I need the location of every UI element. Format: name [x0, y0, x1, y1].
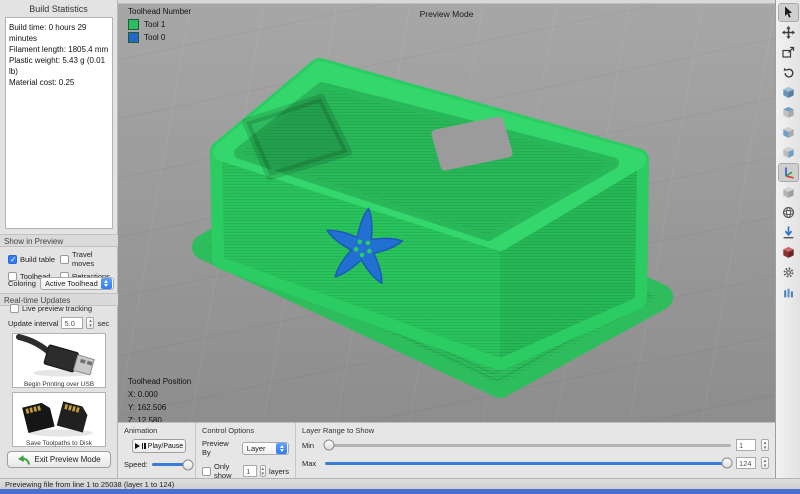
animation-title: Animation: [124, 426, 189, 435]
model-scene[interactable]: [118, 0, 775, 422]
checkbox-live-preview-tracking[interactable]: Live preview tracking: [10, 304, 92, 313]
view-toolbar: [775, 0, 800, 478]
update-interval-unit: sec: [97, 319, 109, 328]
checkbox-build-table-box[interactable]: [8, 255, 17, 264]
min-layer-slider[interactable]: [325, 444, 731, 447]
update-interval-field[interactable]: 5.0: [61, 317, 83, 329]
build-statistics-title: Build Statistics: [0, 0, 117, 17]
rotate-view-icon[interactable]: [778, 63, 799, 82]
view-side-icon[interactable]: [778, 143, 799, 162]
layer-range-group: Layer Range to Show Min 1 ▴▾ Max 124 ▴▾: [296, 423, 775, 478]
legend-item-tool1: Tool 1: [128, 19, 191, 30]
update-interval-label: Update interval: [8, 319, 58, 328]
checkbox-travel-moves[interactable]: Travel moves: [60, 250, 114, 268]
tool1-swatch: [128, 19, 139, 30]
stat-material-cost: Material cost: 0.25: [9, 77, 109, 88]
view-default-icon[interactable]: [778, 83, 799, 102]
animation-group: Animation Play/Pause Speed:: [118, 423, 196, 478]
chevron-updown-icon: [276, 443, 287, 454]
checkbox-live-preview-box[interactable]: [10, 304, 19, 313]
usb-print-caption: Begin Printing over USB: [13, 380, 105, 390]
min-slider-knob[interactable]: [324, 440, 335, 451]
preview-mode-label: Preview Mode: [118, 9, 775, 19]
toolhead-y: Y: 162.506: [128, 401, 191, 414]
max-layer-slider[interactable]: [325, 462, 731, 465]
update-interval-stepper[interactable]: ▴▾: [86, 317, 94, 329]
app-window: Build Statistics Build time: 0 hours 29 …: [0, 0, 800, 494]
select-cursor-icon[interactable]: [778, 3, 799, 22]
view-front-icon[interactable]: [778, 123, 799, 142]
toolhead-x: X: 0.000: [128, 388, 191, 401]
tool0-swatch: [128, 32, 139, 43]
model-handle-slot: [436, 121, 508, 166]
min-label: Min: [302, 441, 320, 450]
sd-cards-image: [13, 393, 105, 437]
coloring-dropdown[interactable]: Active Toolhead: [40, 277, 114, 290]
save-toolpaths-caption: Save Toolpaths to Disk: [13, 439, 105, 449]
support-structures-icon[interactable]: [778, 283, 799, 302]
pan-move-icon[interactable]: [778, 23, 799, 42]
legend-item-tool0: Tool 0: [128, 32, 191, 43]
toggle-axes-icon[interactable]: [778, 163, 799, 182]
chevron-updown-icon: [101, 278, 112, 289]
speed-slider-knob[interactable]: [182, 459, 193, 470]
bottom-accent-strip: [0, 489, 800, 494]
max-label: Max: [302, 459, 320, 468]
wireframe-view-icon[interactable]: [778, 203, 799, 222]
min-layer-stepper[interactable]: ▴▾: [761, 439, 769, 451]
checkbox-build-table[interactable]: Build table: [8, 250, 60, 268]
max-slider-knob[interactable]: [721, 458, 732, 469]
toolhead-position: Toolhead Position X: 0.000 Y: 162.506 Z:…: [128, 375, 191, 427]
checkbox-travel-moves-box[interactable]: [60, 255, 69, 264]
exit-preview-mode-button[interactable]: Exit Preview Mode: [7, 451, 111, 468]
sidebar: Build Statistics Build time: 0 hours 29 …: [0, 0, 118, 478]
save-toolpaths-card[interactable]: Save Toolpaths to Disk: [12, 392, 106, 447]
speed-slider[interactable]: [152, 463, 188, 466]
stat-filament-length: Filament length: 1805.4 mm: [9, 44, 109, 55]
show-in-preview-header: Show in Preview: [0, 234, 118, 247]
bottom-control-panel: Animation Play/Pause Speed: Control Opti…: [118, 422, 775, 478]
max-layer-stepper[interactable]: ▴▾: [761, 457, 769, 469]
only-show-unit: layers: [269, 467, 289, 476]
zoom-region-icon[interactable]: [778, 43, 799, 62]
preview-by-dropdown[interactable]: Layer: [242, 442, 289, 455]
usb-print-card[interactable]: Begin Printing over USB: [12, 333, 106, 388]
control-options-title: Control Options: [202, 426, 289, 435]
usb-connector-image: [13, 334, 105, 378]
play-pause-button[interactable]: Play/Pause: [132, 439, 186, 453]
play-icon: [135, 443, 140, 449]
stat-plastic-weight: Plastic weight: 5.43 g (0.01 lb): [9, 55, 109, 77]
toolhead-position-title: Toolhead Position: [128, 375, 191, 388]
status-text: Previewing file from line 1 to 25038 (la…: [5, 480, 174, 489]
view-top-icon[interactable]: [778, 103, 799, 122]
stat-build-time: Build time: 0 hours 29 minutes: [9, 22, 109, 44]
move-model-down-icon[interactable]: [778, 223, 799, 242]
toggle-build-volume-icon[interactable]: [778, 183, 799, 202]
coloring-label: Coloring: [8, 279, 36, 288]
pause-icon: [142, 443, 146, 449]
only-show-field[interactable]: 1: [243, 465, 256, 477]
back-arrow-icon: [17, 455, 30, 465]
build-statistics-box: Build time: 0 hours 29 minutes Filament …: [5, 17, 113, 229]
preview-viewport[interactable]: Toolhead Number Tool 1 Tool 0 Preview Mo…: [118, 0, 775, 422]
status-bar: Previewing file from line 1 to 25038 (la…: [0, 478, 800, 489]
only-show-checkbox[interactable]: [202, 467, 211, 476]
control-options-group: Control Options Preview By Layer Only sh…: [196, 423, 296, 478]
machine-settings-gear-icon[interactable]: [778, 263, 799, 282]
min-layer-field[interactable]: 1: [736, 439, 756, 451]
only-show-stepper[interactable]: ▴▾: [260, 465, 266, 477]
cross-section-icon[interactable]: [778, 243, 799, 262]
max-layer-field[interactable]: 124: [736, 457, 756, 469]
preview-by-label: Preview By: [202, 439, 239, 457]
layer-range-title: Layer Range to Show: [302, 426, 769, 435]
speed-label: Speed:: [124, 460, 148, 469]
